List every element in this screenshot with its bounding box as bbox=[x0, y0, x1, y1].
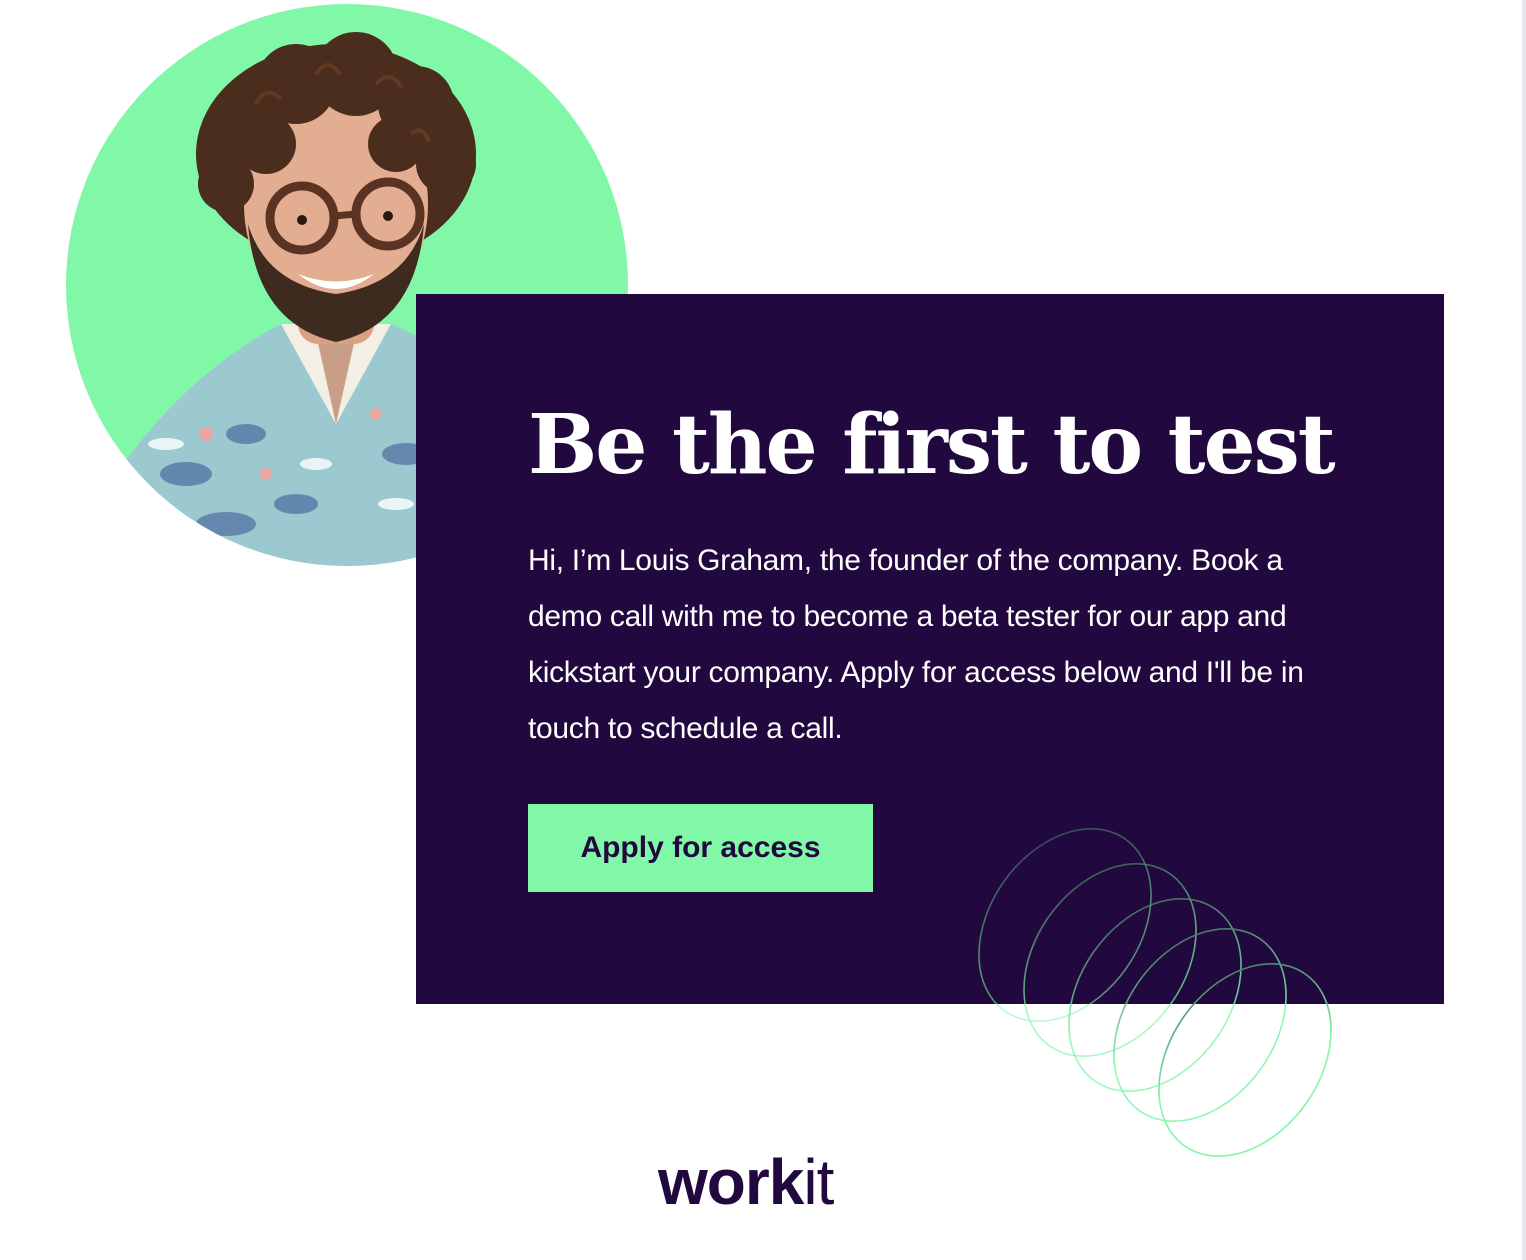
workit-logo: workit bbox=[658, 1146, 834, 1218]
intro-paragraph: Hi, I’m Louis Graham, the founder of the… bbox=[528, 544, 1304, 745]
headline: Be the first to test bbox=[528, 397, 1336, 493]
logo-light-part: it bbox=[803, 1146, 834, 1218]
apply-for-access-button[interactable]: Apply for access bbox=[528, 804, 873, 892]
page-edge-divider bbox=[1522, 0, 1526, 1260]
concentric-rings-decoration bbox=[978, 828, 1332, 1157]
logo-bold-part: work bbox=[658, 1146, 804, 1218]
